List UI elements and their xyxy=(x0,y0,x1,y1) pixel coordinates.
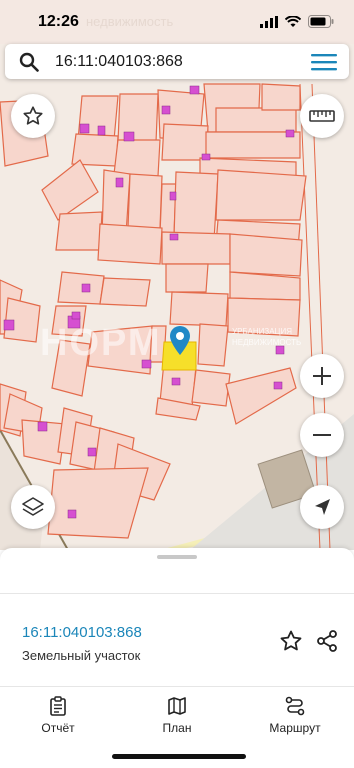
ruler-button[interactable] xyxy=(300,94,344,138)
navigation-arrow-icon xyxy=(315,499,330,515)
my-location-button[interactable] xyxy=(300,485,344,529)
layers-button[interactable] xyxy=(11,485,55,529)
divider xyxy=(0,593,354,594)
status-icons xyxy=(260,15,334,28)
route-icon xyxy=(285,696,305,716)
tab-report-label: Отчёт xyxy=(41,721,75,735)
favorite-star-icon[interactable] xyxy=(279,629,303,653)
tab-plan[interactable]: План xyxy=(132,696,222,735)
parcel-type-label: Земельный участок xyxy=(22,648,141,663)
tab-route-label: Маршрут xyxy=(269,721,321,735)
plus-icon xyxy=(313,367,331,385)
search-bar[interactable]: 16:11:040103:868 xyxy=(5,44,349,79)
cadastral-number-link[interactable]: 16:11:040103:868 xyxy=(22,624,142,641)
ruler-icon xyxy=(309,110,335,122)
layers-icon xyxy=(22,497,44,516)
search-input[interactable]: 16:11:040103:868 xyxy=(55,53,183,71)
favorite-map-button[interactable] xyxy=(11,94,55,138)
map-watermark: НОРМ xyxy=(40,322,162,364)
share-icon[interactable] xyxy=(315,629,339,653)
home-indicator xyxy=(112,754,246,759)
wifi-icon xyxy=(285,15,301,27)
status-time: 12:26 xyxy=(38,13,79,30)
status-bar: 12:26 недвижимость xyxy=(0,0,354,44)
status-watermark: недвижимость xyxy=(86,14,174,29)
tab-report[interactable]: Отчёт xyxy=(13,696,103,735)
sheet-drag-handle[interactable] xyxy=(157,555,197,559)
location-pin-icon[interactable] xyxy=(169,326,191,356)
tab-plan-label: План xyxy=(162,721,192,735)
search-icon xyxy=(19,52,39,72)
zoom-in-button[interactable] xyxy=(300,354,344,398)
tab-route[interactable]: Маршрут xyxy=(250,696,340,735)
minus-icon xyxy=(313,434,331,436)
battery-icon xyxy=(308,15,334,28)
clipboard-icon xyxy=(50,696,66,716)
parcel-info-sheet[interactable]: 16:11:040103:868 Земельный участок Отчёт… xyxy=(0,548,354,768)
map-icon xyxy=(168,697,186,715)
zoom-out-button[interactable] xyxy=(300,413,344,457)
divider xyxy=(0,686,354,687)
star-outline-icon xyxy=(23,106,43,125)
signal-icon xyxy=(260,15,278,28)
hamburger-menu-icon[interactable] xyxy=(311,52,337,72)
map-watermark-caption: УРБАНИЗАЦИЯ НЕДВИЖИМОСТЬ xyxy=(232,327,302,347)
